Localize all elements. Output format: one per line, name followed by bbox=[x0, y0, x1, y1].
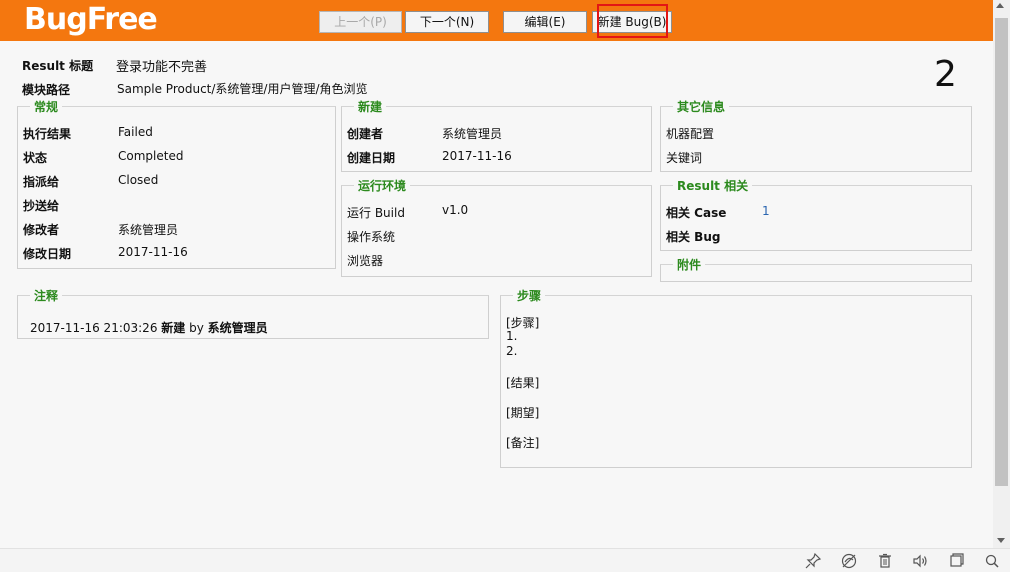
machine-config-label: 机器配置 bbox=[666, 127, 715, 141]
build-value: v1.0 bbox=[442, 203, 469, 217]
attachments-section-title: 附件 bbox=[673, 256, 706, 273]
title-label: Result 标题 bbox=[22, 59, 94, 73]
pin-icon[interactable] bbox=[804, 552, 822, 570]
speaker-icon[interactable] bbox=[911, 552, 929, 570]
status-value: Completed bbox=[118, 149, 184, 163]
search-icon[interactable] bbox=[983, 552, 1001, 570]
browser-status-bar bbox=[0, 548, 1010, 572]
note-action: 新建 bbox=[161, 321, 186, 335]
assigned-to-label: 指派给 bbox=[23, 175, 60, 189]
expected-line: [期望] bbox=[506, 406, 540, 420]
record-id: 2 bbox=[934, 54, 957, 95]
created-date-value: 2017-11-16 bbox=[442, 149, 512, 163]
creator-label: 创建者 bbox=[347, 127, 384, 141]
steps-line: 2. bbox=[506, 344, 518, 358]
result-label: 执行结果 bbox=[23, 127, 72, 141]
new-bug-highlight bbox=[597, 4, 668, 38]
note-entry: 2017-11-16 21:03:26 新建 by 系统管理员 bbox=[30, 319, 268, 336]
note-user: 系统管理员 bbox=[207, 321, 268, 335]
attachments-section: 附件 bbox=[660, 256, 972, 282]
scroll-thumb[interactable] bbox=[995, 18, 1008, 486]
other-info-section-title: 其它信息 bbox=[673, 98, 730, 115]
bugfree-logo[interactable]: BugFree bbox=[24, 2, 158, 37]
status-label: 状态 bbox=[23, 151, 48, 165]
related-case-label: 相关 Case bbox=[666, 206, 727, 220]
os-label: 操作系统 bbox=[347, 230, 396, 244]
environment-section-title: 运行环境 bbox=[354, 177, 411, 194]
related-case-link[interactable]: 1 bbox=[762, 204, 770, 218]
note-time: 2017-11-16 21:03:26 bbox=[30, 321, 158, 335]
related-section-title: Result 相关 bbox=[673, 177, 753, 194]
page-viewport: BugFree 上一个(P) 下一个(N) 编辑(E) 新建 Bug(B) Re… bbox=[0, 0, 993, 548]
assigned-to-value: Closed bbox=[118, 173, 159, 187]
result-value: Failed bbox=[118, 125, 153, 139]
cc-label: 抄送给 bbox=[23, 199, 60, 213]
prev-button[interactable]: 上一个(P) bbox=[319, 11, 402, 33]
edit-button[interactable]: 编辑(E) bbox=[503, 11, 587, 33]
result-line: [结果] bbox=[506, 376, 540, 390]
steps-line: 1. bbox=[506, 329, 518, 343]
module-value: Sample Product/系统管理/用户管理/角色浏览 bbox=[117, 82, 368, 96]
related-bug-label: 相关 Bug bbox=[666, 230, 721, 244]
note-by: by bbox=[189, 321, 204, 335]
steps-section: 步骤 bbox=[500, 287, 972, 468]
keywords-label: 关键词 bbox=[666, 151, 703, 165]
modified-by-label: 修改者 bbox=[23, 223, 60, 237]
next-button[interactable]: 下一个(N) bbox=[405, 11, 489, 33]
remark-line: [备注] bbox=[506, 436, 540, 450]
modified-by-value: 系统管理员 bbox=[118, 223, 179, 237]
creator-value: 系统管理员 bbox=[442, 127, 503, 141]
modified-date-value: 2017-11-16 bbox=[118, 245, 188, 259]
scroll-up-arrow-icon[interactable] bbox=[996, 3, 1004, 8]
created-section-title: 新建 bbox=[354, 98, 387, 115]
modified-date-label: 修改日期 bbox=[23, 247, 72, 261]
scroll-down-arrow-icon[interactable] bbox=[997, 538, 1005, 543]
notes-section-title: 注释 bbox=[30, 287, 63, 304]
vertical-scrollbar[interactable] bbox=[993, 0, 1010, 548]
title-value: 登录功能不完善 bbox=[116, 60, 208, 75]
compatibility-icon[interactable] bbox=[840, 552, 858, 570]
window-icon[interactable] bbox=[947, 552, 965, 570]
module-label: 模块路径 bbox=[22, 83, 71, 97]
browser-label: 浏览器 bbox=[347, 254, 384, 268]
trash-icon[interactable] bbox=[876, 552, 894, 570]
created-date-label: 创建日期 bbox=[347, 151, 396, 165]
app-header: BugFree 上一个(P) 下一个(N) 编辑(E) 新建 Bug(B) bbox=[0, 0, 993, 41]
steps-section-title: 步骤 bbox=[513, 287, 546, 304]
general-section-title: 常规 bbox=[30, 98, 63, 115]
build-label: 运行 Build bbox=[347, 206, 405, 220]
